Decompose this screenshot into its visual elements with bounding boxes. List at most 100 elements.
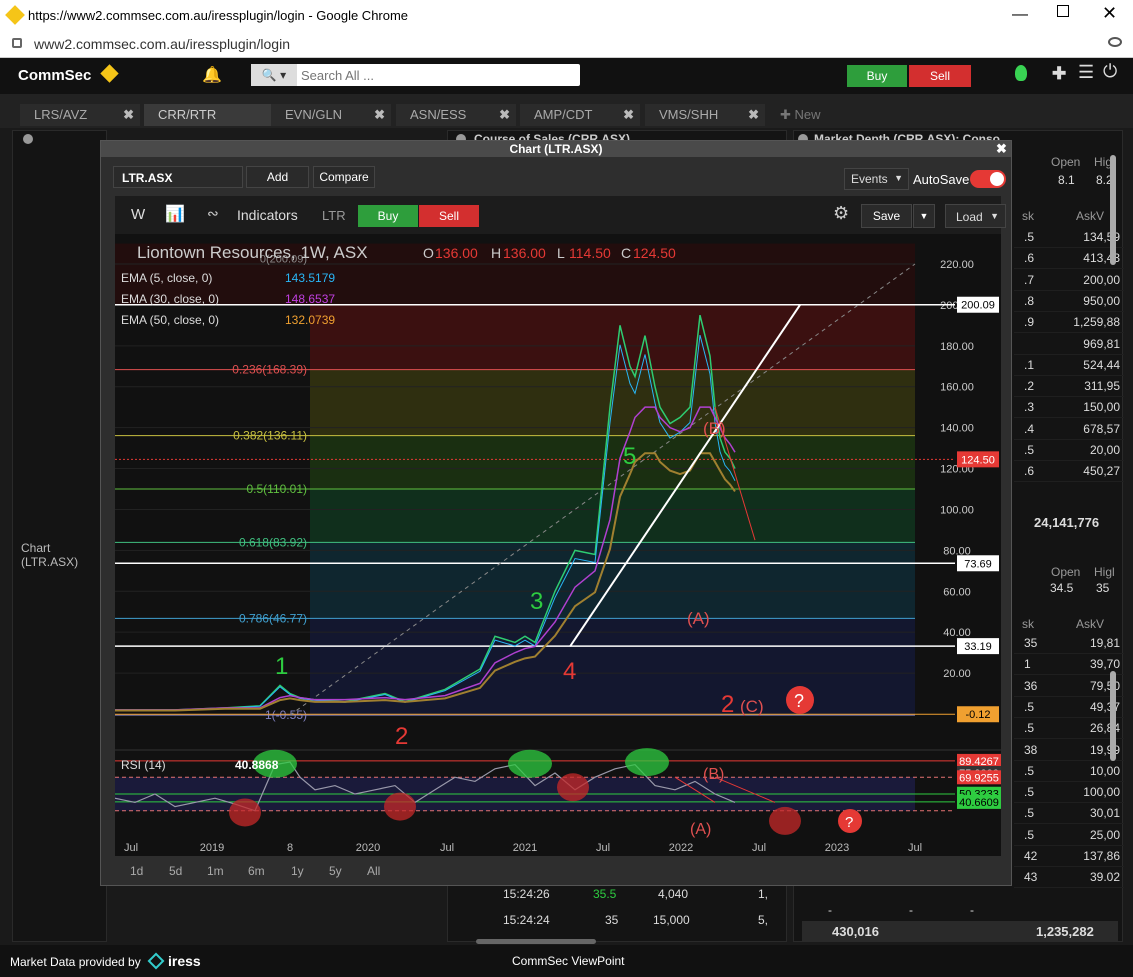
chart-sell-button[interactable]: Sell [419, 205, 479, 227]
ema-value: 143.5179 [285, 271, 335, 285]
ask-price: .3 [1024, 400, 1035, 415]
tab-new[interactable]: ✚ New [770, 104, 830, 126]
chart-buy-button[interactable]: Buy [358, 205, 418, 227]
events-label: Events [851, 172, 888, 186]
sell-button[interactable]: Sell [909, 65, 971, 87]
maximize-icon[interactable] [1057, 5, 1069, 17]
indicators-icon[interactable]: ∾ [207, 205, 219, 222]
open-label-2: Open [1051, 565, 1081, 579]
close-icon[interactable]: ✖ [996, 141, 1007, 157]
dash-cell: - [828, 903, 832, 917]
tab-vms-shh[interactable]: VMS/SHH ✖ [645, 104, 765, 126]
ohlc-h: 136.00 [503, 245, 546, 261]
gear-icon[interactable]: ⚙ [833, 203, 849, 224]
price-flag-label: 33.19 [964, 641, 992, 653]
table-row: 36 79,50 [1014, 676, 1124, 697]
bulb-icon[interactable] [1015, 65, 1027, 81]
interval-selector[interactable]: W [131, 206, 145, 223]
candle-type-icon[interactable]: 📊 [165, 204, 185, 224]
tab-asn-ess[interactable]: ASN/ESS ✖ [396, 104, 516, 126]
workspace-tabs: LRS/AVZ ✖ CRR/RTR EVN/GLN ✖ ASN/ESS ✖ AMP/C… [0, 94, 1133, 128]
vertical-scrollbar[interactable] [1110, 671, 1116, 761]
ask-volume: 969,81 [1083, 336, 1120, 351]
askv-header: AskV [1076, 209, 1105, 223]
add-icon[interactable]: ✚ [1052, 64, 1066, 84]
rsi-highlight-ellipse [769, 806, 801, 835]
ohlc-c: 124.50 [633, 245, 676, 261]
wave-label-3: 3 [530, 588, 543, 615]
range-bar: 1d 5d 1m 6m 1y 5y All [115, 861, 1001, 881]
menu-icon[interactable]: ☰ [1078, 62, 1094, 83]
eye-icon[interactable] [1108, 37, 1122, 47]
save-button[interactable]: Save [861, 204, 912, 228]
chart-svg[interactable]: 220.00200.00180.00160.00140.00120.00100.… [115, 234, 1001, 856]
range-6m[interactable]: 6m [248, 864, 265, 878]
ask-volume: 450,27 [1083, 464, 1120, 479]
range-1d[interactable]: 1d [130, 864, 143, 878]
depth-total-row: 430,016 1,235,282 [802, 921, 1118, 941]
bell-icon[interactable]: 🔔 [202, 65, 222, 85]
fib-label: 0.786(46.77) [239, 611, 307, 625]
save-dropdown-icon[interactable]: ▼ [913, 204, 935, 228]
power-icon[interactable]: ⏻ [1103, 61, 1117, 82]
close-icon[interactable]: ✖ [123, 104, 134, 126]
buy-button[interactable]: Buy [847, 65, 907, 87]
vertical-scrollbar[interactable] [1110, 155, 1116, 265]
range-1m[interactable]: 1m [207, 864, 224, 878]
ohlc-o-label: O [423, 245, 434, 261]
x-tick-label: Jul [908, 842, 922, 854]
range-all[interactable]: All [367, 864, 380, 878]
price-tick-label: 60.00 [943, 586, 971, 598]
rsi-label: RSI (14) [121, 758, 166, 772]
search-input[interactable] [301, 66, 571, 84]
tab-crr-rtr[interactable]: CRR/RTR [144, 104, 271, 126]
ask-price: 1 [1024, 657, 1031, 672]
tab-lrs-avz[interactable]: LRS/AVZ ✖ [20, 104, 140, 126]
table-row: .5 25,00 [1014, 825, 1124, 846]
close-icon[interactable]: ✖ [748, 104, 759, 126]
fib-band [310, 435, 915, 489]
symbol-input[interactable]: LTR.ASX [113, 166, 243, 188]
close-icon[interactable]: ✖ [623, 104, 634, 126]
compare-button[interactable]: Compare [313, 166, 375, 188]
events-dropdown[interactable]: Events ▼ [844, 168, 909, 190]
add-button[interactable]: Add [246, 166, 309, 188]
rsi-value: 40.8868 [235, 758, 279, 772]
close-icon[interactable]: ✕ [1102, 3, 1117, 24]
ask-volume: 524,44 [1083, 357, 1120, 372]
x-tick-label: 2020 [356, 842, 380, 854]
depth-table-top: .5 134,59.6 413,43 .7 200,00 .8 950,00 .9 1,259,… [1014, 227, 1124, 497]
table-row: .1 524,44 [1014, 355, 1124, 376]
close-icon[interactable]: ✖ [374, 104, 385, 126]
ohlc-c-label: C [621, 245, 631, 261]
load-dropdown[interactable]: Load ▼ [945, 204, 1006, 228]
footer-market-data: Market Data provided by [10, 955, 141, 969]
autosave-toggle[interactable] [970, 170, 1006, 188]
horizontal-scrollbar[interactable] [476, 939, 596, 944]
search-icon[interactable]: 🔍 ▾ [251, 64, 297, 86]
tab-evn-gln[interactable]: EVN/GLN ✖ [271, 104, 391, 126]
range-1y[interactable]: 1y [291, 864, 304, 878]
indicators-button[interactable]: Indicators [237, 207, 298, 223]
depth-total-right: 1,235,282 [1036, 924, 1094, 939]
commsec-logo: CommSec [18, 67, 92, 84]
close-icon[interactable]: ✖ [499, 104, 510, 126]
range-5y[interactable]: 5y [329, 864, 342, 878]
minimize-icon[interactable]: — [1012, 6, 1028, 24]
open-label: Open [1051, 155, 1081, 169]
question-mark: ? [794, 691, 804, 711]
price-tick-label: 220.00 [940, 259, 974, 271]
url-text[interactable]: www2.commsec.com.au/iressplugin/login [34, 36, 290, 52]
range-5d[interactable]: 5d [169, 864, 182, 878]
lock-icon [12, 38, 22, 48]
tab-amp-cdt[interactable]: AMP/CDT ✖ [520, 104, 640, 126]
tab-label: CRR/RTR [158, 107, 217, 122]
price-chart[interactable]: 220.00200.00180.00160.00140.00120.00100.… [115, 234, 1001, 856]
rsi-label-b: (B) [703, 766, 724, 783]
fib-label: 0.618(83.92) [239, 535, 307, 549]
chart-window[interactable]: Chart (LTR.ASX) ✖ LTR.ASX Add Compare Ev… [100, 140, 1012, 886]
address-bar[interactable]: www2.commsec.com.au/iressplugin/login [0, 32, 1133, 58]
ohlc-l-label: L [557, 245, 565, 261]
search-bar[interactable]: 🔍 ▾ [251, 64, 580, 86]
fib-label: 1(-0.55) [265, 708, 307, 722]
